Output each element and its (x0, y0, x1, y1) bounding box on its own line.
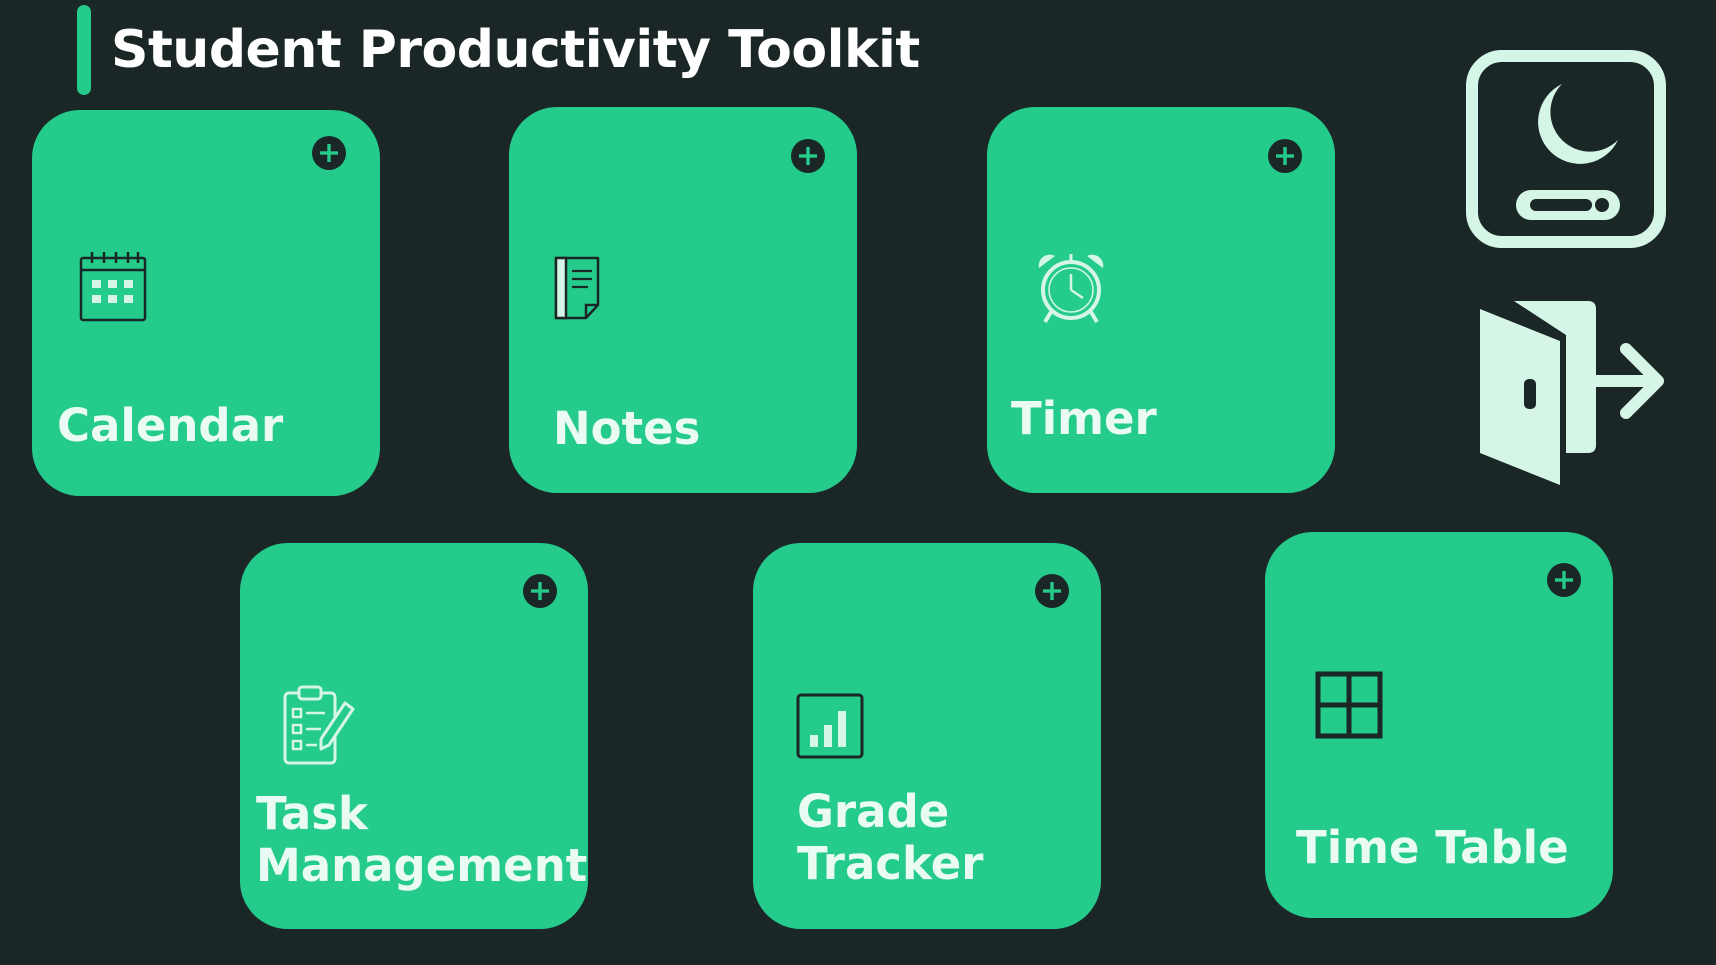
tile-label: Calendar (57, 400, 283, 452)
calendar-tile[interactable]: Calendar (32, 110, 380, 496)
add-circle-icon[interactable] (312, 136, 346, 170)
notes-tile[interactable]: Notes (509, 107, 857, 493)
add-circle-icon[interactable] (1035, 574, 1069, 608)
tile-label: Notes (553, 403, 700, 455)
grid-table-icon (1315, 671, 1383, 739)
tile-label-line: Timer (1011, 392, 1157, 445)
tile-label: Task Management (256, 788, 587, 892)
dark-mode-toggle-icon[interactable] (1464, 48, 1668, 250)
notes-icon (554, 256, 600, 320)
timer-tile[interactable]: Timer (987, 107, 1335, 493)
time-table-tile[interactable]: Time Table (1265, 532, 1613, 918)
tile-label-line: Tracker (797, 837, 984, 890)
grade-tracker-tile[interactable]: Grade Tracker (753, 543, 1101, 929)
tile-label: Time Table (1296, 822, 1569, 874)
calendar-icon (79, 252, 147, 322)
task-management-tile[interactable]: Task Management (240, 543, 588, 929)
page-title: Student Productivity Toolkit (111, 20, 920, 80)
checklist-icon (283, 685, 355, 765)
add-circle-icon[interactable] (1547, 563, 1581, 597)
tile-label-line: Grade (797, 785, 950, 838)
tile-label: Grade Tracker (797, 786, 983, 890)
tile-label-line: Calendar (57, 399, 284, 452)
logout-door-icon[interactable] (1476, 295, 1670, 487)
tile-label-line: Notes (553, 402, 701, 455)
dashboard-page: Student Productivity Toolkit Calendar No… (0, 0, 1716, 965)
tile-label-line: Task (256, 787, 368, 840)
add-circle-icon[interactable] (791, 139, 825, 173)
bar-chart-icon (796, 693, 864, 759)
add-circle-icon[interactable] (523, 574, 557, 608)
add-circle-icon[interactable] (1268, 139, 1302, 173)
alarm-clock-icon (1038, 254, 1104, 324)
title-accent-bar (77, 5, 91, 95)
tile-label-line: Management (256, 839, 588, 892)
tile-label-line: Time Table (1296, 821, 1569, 874)
tile-label: Timer (1011, 393, 1157, 445)
